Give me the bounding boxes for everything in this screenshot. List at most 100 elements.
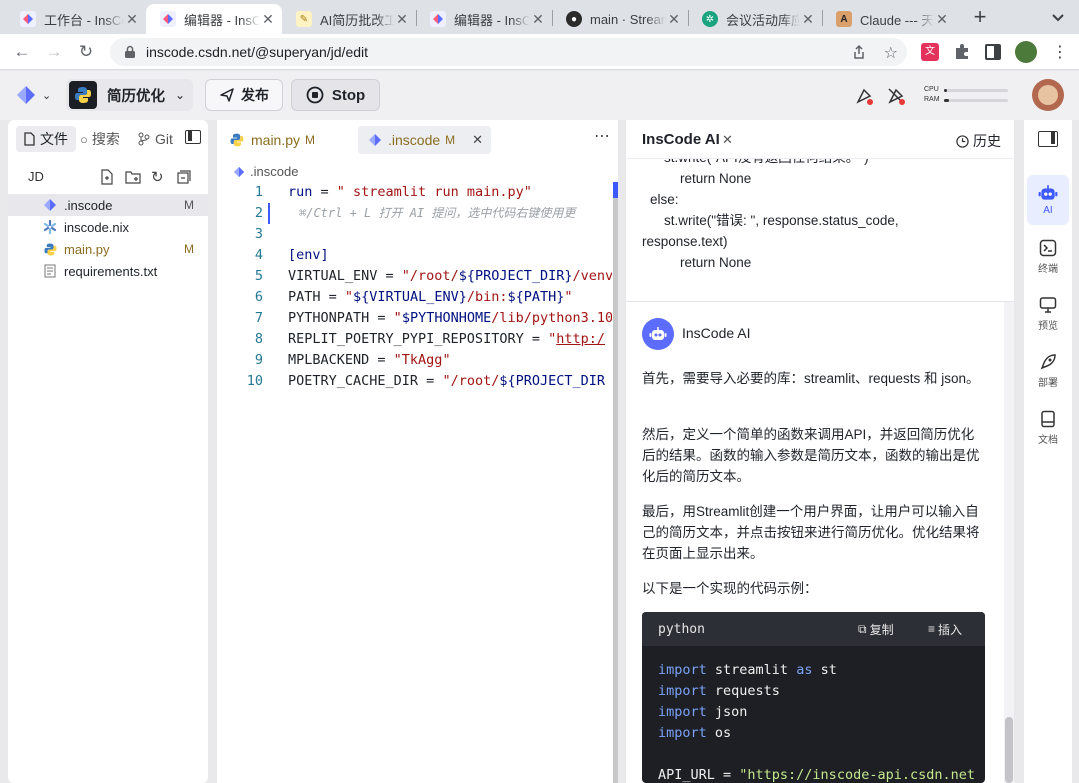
code-line: 8 REPLIT_POETRY_PYPI_REPOSITORY = "http:/ [254, 331, 606, 347]
publish-button[interactable]: 发布 [205, 79, 283, 111]
code-line: 7 PYTHONPATH = "$PYTHONHOME/lib/python3.1… [254, 310, 612, 326]
tab-search[interactable]: ○ 搜索 [80, 126, 120, 152]
tab-git[interactable]: Git [138, 126, 173, 152]
reload-icon[interactable]: ↻ [75, 41, 97, 63]
close-icon[interactable]: ✕ [394, 11, 410, 28]
profile-avatar[interactable] [1015, 41, 1037, 63]
code-line: 3 [254, 226, 263, 242]
url-text: inscode.csdn.net/@superyan/jd/edit [146, 44, 369, 60]
history-button[interactable]: 历史 [956, 131, 1001, 151]
chevron-down-icon: ⌄ [175, 88, 186, 102]
text-file-icon [42, 263, 58, 279]
editor-tab-inscode[interactable]: .inscode M ✕ [358, 126, 491, 154]
ai-panel-title: InsCode AI [642, 131, 720, 148]
browser-menu-icon[interactable]: ⋮ [1052, 42, 1068, 62]
inscode-icon [233, 166, 245, 178]
rightbar-deploy[interactable]: 部署 [1027, 346, 1069, 396]
inscode-favicon [20, 11, 36, 27]
code-line: 2 ⌘/Ctrl + L 打开 AI 提问，选中代码右键使用更 [217, 203, 612, 224]
ai-paragraph: 然后，定义一个简单的函数来调用API，并返回简历优化后的结果。函数的输入参数是简… [642, 427, 980, 484]
close-icon[interactable]: ✕ [666, 11, 682, 28]
code-line: 4 [env] [254, 247, 329, 263]
book-icon [1041, 410, 1055, 428]
rightbar-preview[interactable]: 预览 [1027, 289, 1069, 339]
cpu-label: CPU [924, 86, 939, 93]
user-avatar[interactable] [1032, 79, 1064, 111]
close-icon[interactable]: ✕ [124, 11, 140, 28]
chevron-down-icon[interactable]: ⌄ [42, 89, 51, 102]
stop-button[interactable]: Stop [291, 79, 380, 111]
close-icon[interactable]: ✕ [722, 132, 733, 148]
share-icon[interactable] [851, 44, 867, 63]
new-tab-button[interactable]: + [968, 6, 992, 30]
python-code-line: API_URL = "https://inscode-api.csdn.net [658, 767, 975, 783]
back-icon[interactable]: ← [11, 41, 33, 63]
bookmark-star-icon[interactable]: ☆ [884, 43, 898, 63]
muted-notification-icon[interactable] [887, 87, 905, 110]
close-icon[interactable]: ✕ [934, 11, 950, 28]
modified-badge: M [184, 198, 194, 212]
rocket-icon [1040, 354, 1056, 370]
close-icon[interactable]: ✕ [530, 11, 546, 28]
code-line: 6 PATH = "${VIRTUAL_ENV}/bin:${PATH}" [254, 289, 573, 305]
side-panel-icon[interactable] [985, 44, 1001, 60]
toggle-sidebar-icon[interactable] [1038, 131, 1058, 147]
tab-search-icon[interactable] [1048, 8, 1068, 26]
robot-avatar-icon [642, 318, 674, 350]
right-activity-bar: AI 终端 预览 部署 文档 [1024, 120, 1072, 783]
project-root: JD [28, 169, 44, 184]
ai-paragraph: 首先，需要导入必要的库：streamlit、requests 和 json。 [642, 371, 980, 386]
new-file-icon[interactable] [100, 169, 114, 190]
collapse-all-icon[interactable] [177, 170, 191, 189]
inscode-icon [368, 133, 382, 147]
ai-response: InsCode AI 首先，需要导入必要的库：streamlit、request… [626, 302, 1001, 783]
vertical-scrollbar[interactable] [613, 182, 618, 783]
editor-tab-main-py[interactable]: main.py M [229, 126, 349, 154]
browser-tab-6[interactable]: ✲ 会议活动库应用 ✕ [688, 4, 822, 34]
code-line: 9 MPLBACKEND = "TkAgg" [254, 352, 451, 368]
copy-button[interactable]: ⧉ 复制 [858, 621, 894, 638]
forward-icon[interactable]: → [43, 41, 65, 63]
rightbar-ai[interactable]: AI [1027, 175, 1069, 225]
translate-extension-icon[interactable]: 文 [921, 43, 939, 61]
url-field[interactable]: inscode.csdn.net/@superyan/jd/edit ☆ [110, 38, 907, 66]
code-line: 1 run = " streamlit run main.py" [254, 184, 532, 200]
notification-icon[interactable] [855, 87, 873, 110]
browser-tab-3[interactable]: ✎ AI简历批改工具 ✕ [282, 4, 416, 34]
collapse-panel-icon[interactable] [185, 130, 201, 144]
file-item-requirements[interactable]: requirements.txt [8, 260, 208, 282]
close-icon[interactable]: ✕ [260, 11, 276, 28]
browser-tab-7[interactable]: A Claude --- 天 ✕ [822, 4, 956, 34]
tab-files[interactable]: 文件 [16, 126, 76, 152]
browser-tab-4[interactable]: 编辑器 - InsCode ✕ [416, 4, 552, 34]
lock-icon [125, 45, 135, 58]
ai-paragraph: 最后，用Streamlit创建一个用户界面，让用户可以输入自己的简历文本，并点击… [642, 504, 980, 561]
file-item-inscode-nix[interactable]: inscode.nix [8, 216, 208, 238]
close-icon[interactable]: ✕ [800, 11, 816, 28]
browser-tab-5[interactable]: ● main · Streamlit ✕ [552, 4, 688, 34]
browser-tab-1[interactable]: 工作台 - InsCode ✕ [6, 4, 146, 34]
code-editor: main.py M .inscode M ✕ ⋯ .inscode 1 run =… [217, 120, 618, 783]
new-folder-icon[interactable] [125, 169, 141, 190]
send-icon [220, 88, 234, 102]
file-item-inscode[interactable]: .inscode M [8, 194, 208, 216]
close-icon[interactable]: ✕ [472, 132, 483, 148]
refresh-icon[interactable]: ↻ [151, 168, 164, 186]
modified-badge: M [184, 242, 194, 256]
rightbar-docs[interactable]: 文档 [1027, 403, 1069, 453]
more-options-icon[interactable]: ⋯ [594, 126, 611, 146]
github-favicon: ● [566, 11, 582, 27]
insert-button[interactable]: ≡ 插入 [928, 621, 962, 638]
extensions-puzzle-icon[interactable] [953, 43, 971, 66]
project-selector[interactable]: 简历优化 ⌄ [66, 79, 193, 111]
code-area[interactable]: 1 run = " streamlit run main.py" 2 ⌘/Ctrl … [217, 182, 612, 772]
inscode-logo-icon[interactable] [16, 85, 38, 110]
inscode-favicon [430, 11, 446, 27]
breadcrumb: .inscode [233, 164, 298, 179]
address-bar: ← → ↻ inscode.csdn.net/@superyan/jd/edit… [0, 34, 1079, 70]
browser-tab-2[interactable]: 编辑器 - InsCode ✕ [146, 4, 282, 34]
ai-scrollbar[interactable] [1004, 302, 1014, 783]
code-line: 5 VIRTUAL_ENV = "/root/${PROJECT_DIR}/ven… [254, 268, 612, 284]
rightbar-terminal[interactable]: 终端 [1027, 232, 1069, 282]
file-item-main-py[interactable]: main.py M [8, 238, 208, 260]
